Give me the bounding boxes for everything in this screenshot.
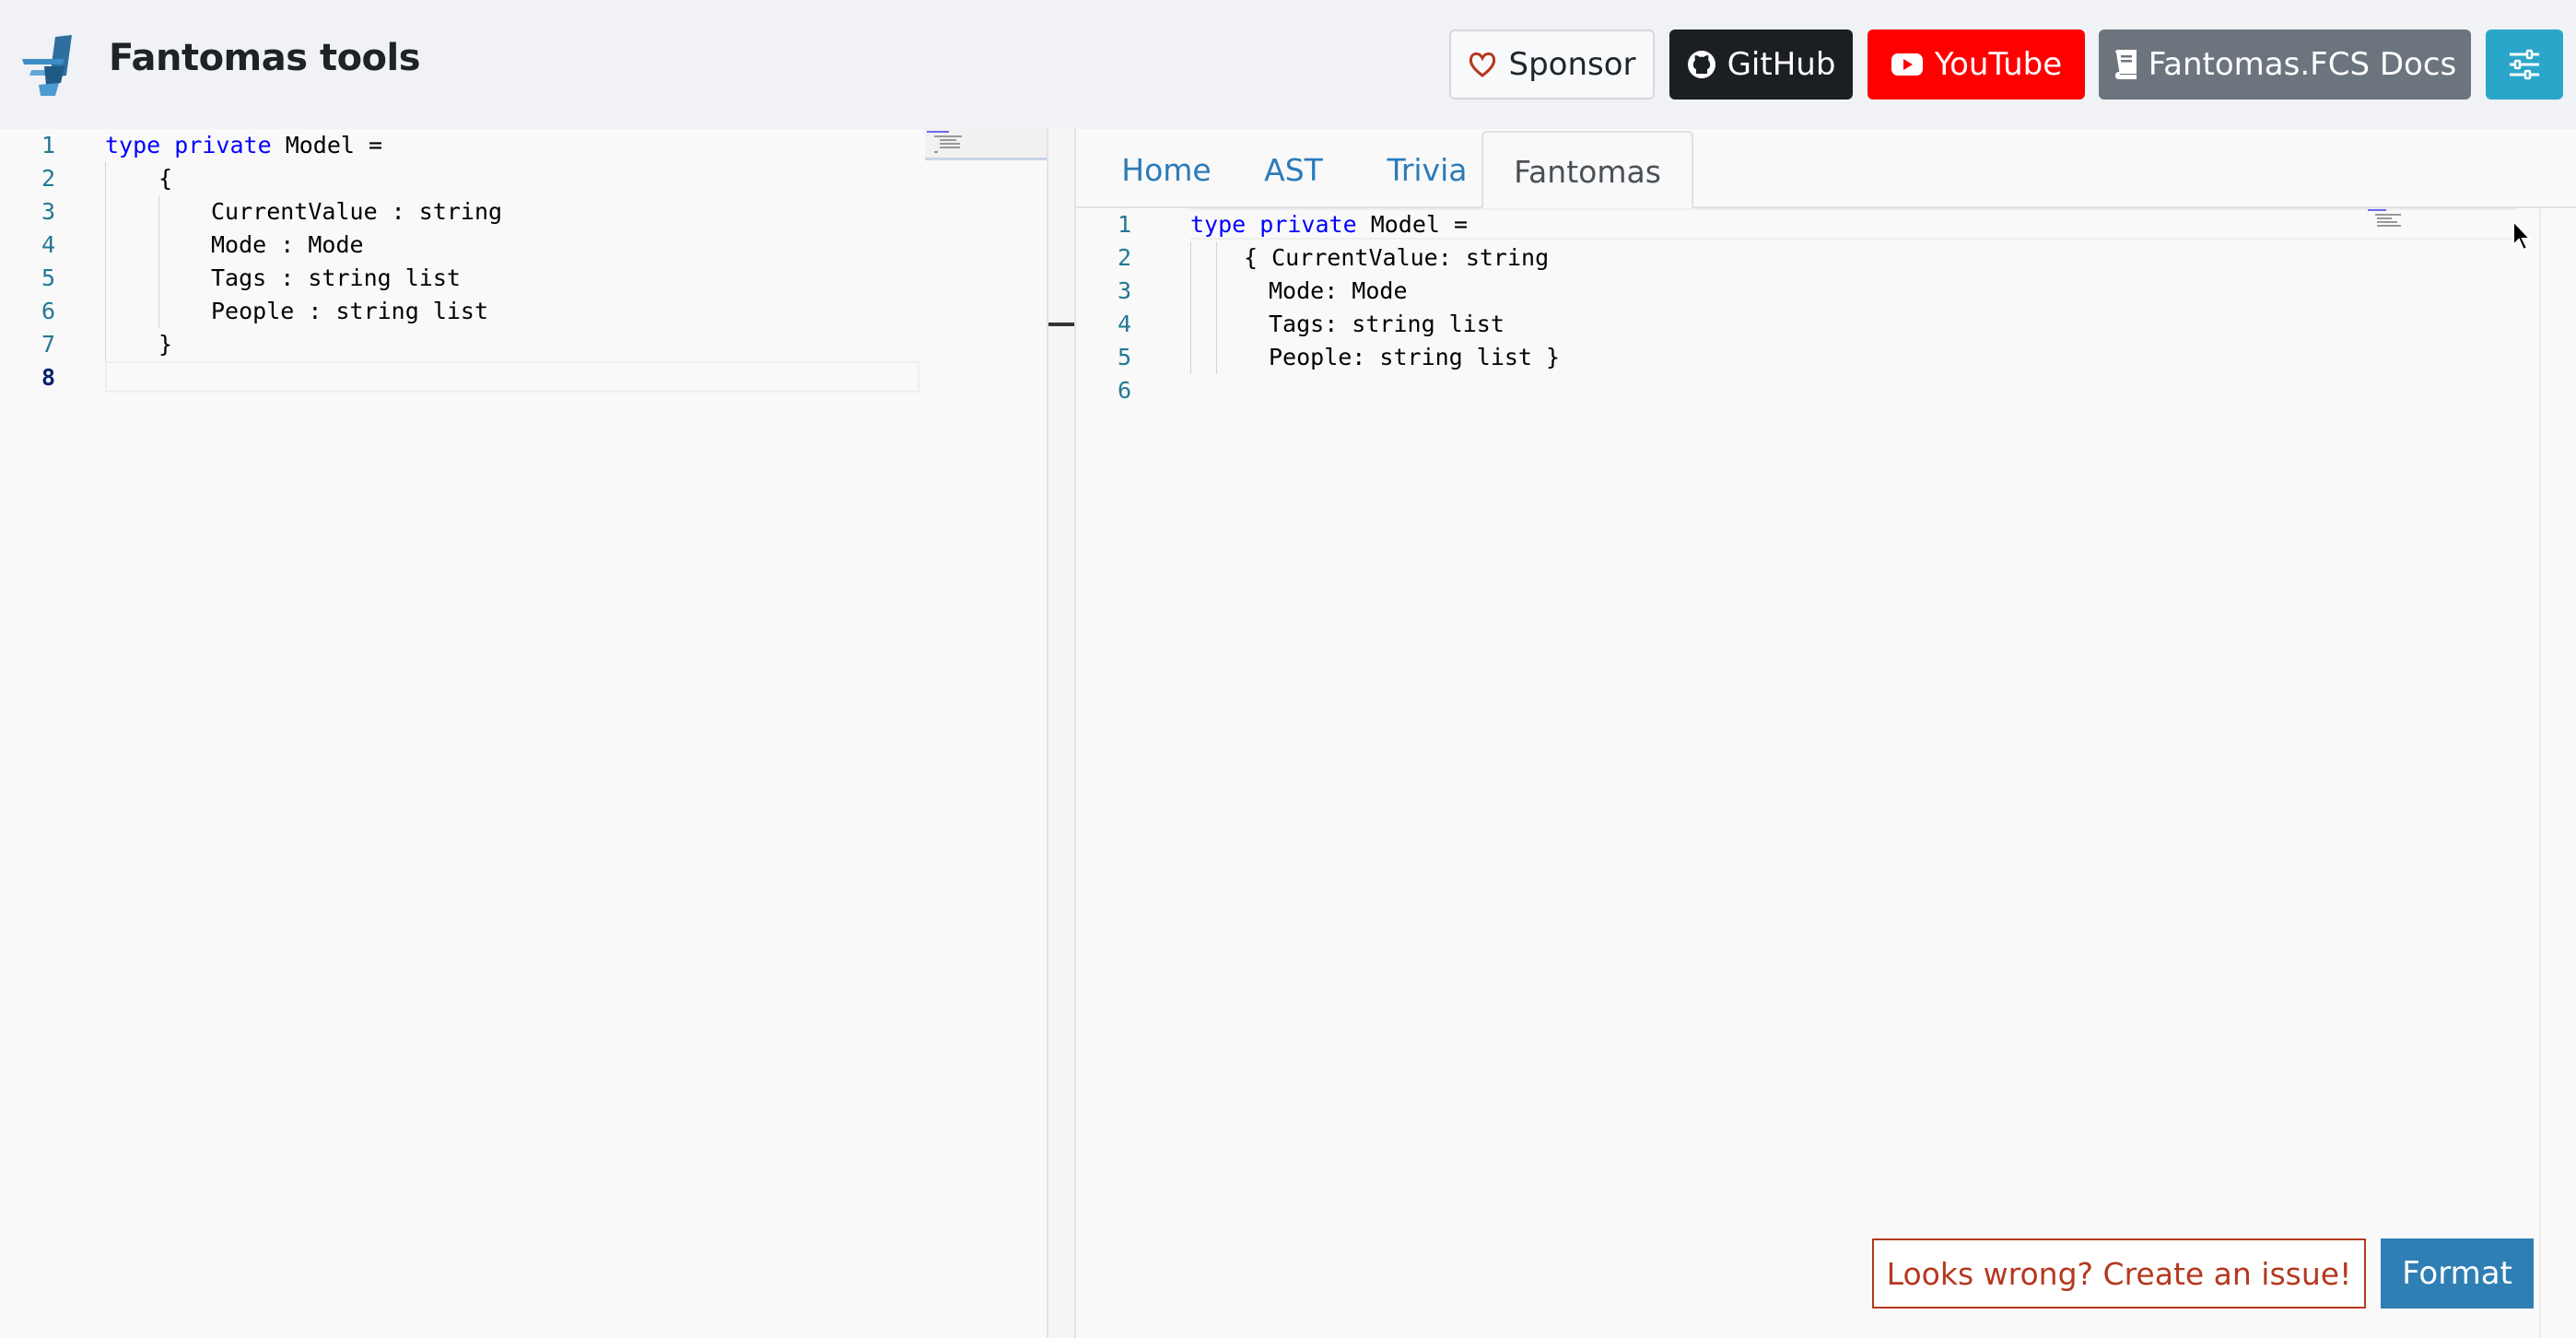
output-scrollbar[interactable]: [2539, 208, 2576, 1338]
code-line: Mode : Mode: [211, 231, 364, 258]
code-line: Mode: Mode: [1269, 277, 1408, 304]
code-line: People : string list: [211, 298, 489, 324]
input-code-editor[interactable]: 1 2 3 4 5 6 7 8 type private Model = { C…: [0, 129, 1047, 1338]
minimap[interactable]: [2366, 208, 2421, 229]
line-number: 7: [41, 331, 55, 358]
heart-icon: [1469, 52, 1496, 77]
sponsor-button[interactable]: Sponsor: [1449, 29, 1655, 100]
line-number: 1: [1117, 211, 1131, 238]
top-navbar: Fantomas tools Sponsor GitHub YouTube Fa…: [0, 0, 2576, 129]
code-line: Tags: string list: [1269, 311, 1505, 337]
code-line: type private Model =: [105, 129, 382, 162]
tab-fantomas[interactable]: Fantomas: [1481, 131, 1693, 210]
line-number: 2: [1117, 244, 1131, 271]
line-number: 4: [1117, 311, 1131, 337]
line-number: 6: [41, 298, 55, 324]
code-text: Model =: [1356, 211, 1469, 238]
format-button[interactable]: Format: [2381, 1238, 2534, 1309]
github-icon: [1687, 51, 1715, 78]
fantomas-logo-icon: [22, 35, 72, 96]
sliders-icon: [2510, 49, 2539, 80]
youtube-label: YouTube: [1934, 46, 2063, 83]
code-line: {: [158, 165, 173, 192]
line-number: 5: [1117, 344, 1131, 370]
indent-guide: [1190, 241, 1191, 374]
line-number: 3: [41, 198, 55, 225]
github-button[interactable]: GitHub: [1669, 29, 1853, 100]
code-line: }: [158, 331, 173, 358]
indent-guide: [158, 195, 159, 328]
github-label: GitHub: [1727, 46, 1836, 83]
docs-label: Fantomas.FCS Docs: [2148, 46, 2457, 83]
tab-home[interactable]: Home: [1102, 131, 1231, 208]
line-number-active: 8: [41, 364, 55, 391]
tab-ast[interactable]: AST: [1242, 131, 1345, 208]
line-number: 2: [41, 165, 55, 192]
book-icon: [2114, 50, 2137, 79]
minimap[interactable]: [925, 129, 1047, 160]
keyword: type: [1190, 211, 1247, 238]
code-line: { CurrentValue: string: [1244, 244, 1550, 271]
output-tabs: Home AST Trivia Fantomas: [1076, 129, 2576, 210]
output-code-editor[interactable]: 1 2 3 4 5 6 type private Model = { Curre…: [1076, 208, 2539, 1338]
create-issue-button[interactable]: Looks wrong? Create an issue!: [1872, 1238, 2366, 1309]
code-line: Tags : string list: [211, 264, 461, 291]
code-text: Model =: [271, 132, 383, 158]
keyword: type: [105, 132, 161, 158]
line-number: 3: [1117, 277, 1131, 304]
keyword: private: [1259, 211, 1357, 238]
sponsor-label: Sponsor: [1508, 46, 1636, 83]
indent-guide: [1216, 241, 1217, 374]
indent-guide: [105, 162, 106, 361]
pane-splitter[interactable]: [1047, 129, 1076, 1338]
brand-title[interactable]: Fantomas tools: [109, 37, 421, 79]
code-line: People: string list }: [1269, 344, 1561, 370]
docs-button[interactable]: Fantomas.FCS Docs: [2099, 29, 2471, 100]
line-number: 4: [41, 231, 55, 258]
line-number: 6: [1117, 377, 1131, 404]
keyword: private: [174, 132, 272, 158]
mouse-cursor-icon: [2512, 219, 2533, 252]
code-line: type private Model =: [1190, 208, 1468, 241]
youtube-icon: [1891, 53, 1923, 76]
splitter-handle[interactable]: [1048, 323, 1074, 326]
settings-button[interactable]: [2486, 29, 2563, 100]
youtube-button[interactable]: YouTube: [1868, 29, 2085, 100]
line-number: 5: [41, 264, 55, 291]
tab-trivia[interactable]: Trivia: [1356, 131, 1498, 208]
code-line: CurrentValue : string: [211, 198, 503, 225]
line-number: 1: [41, 132, 55, 158]
current-line-highlight: [105, 361, 919, 393]
